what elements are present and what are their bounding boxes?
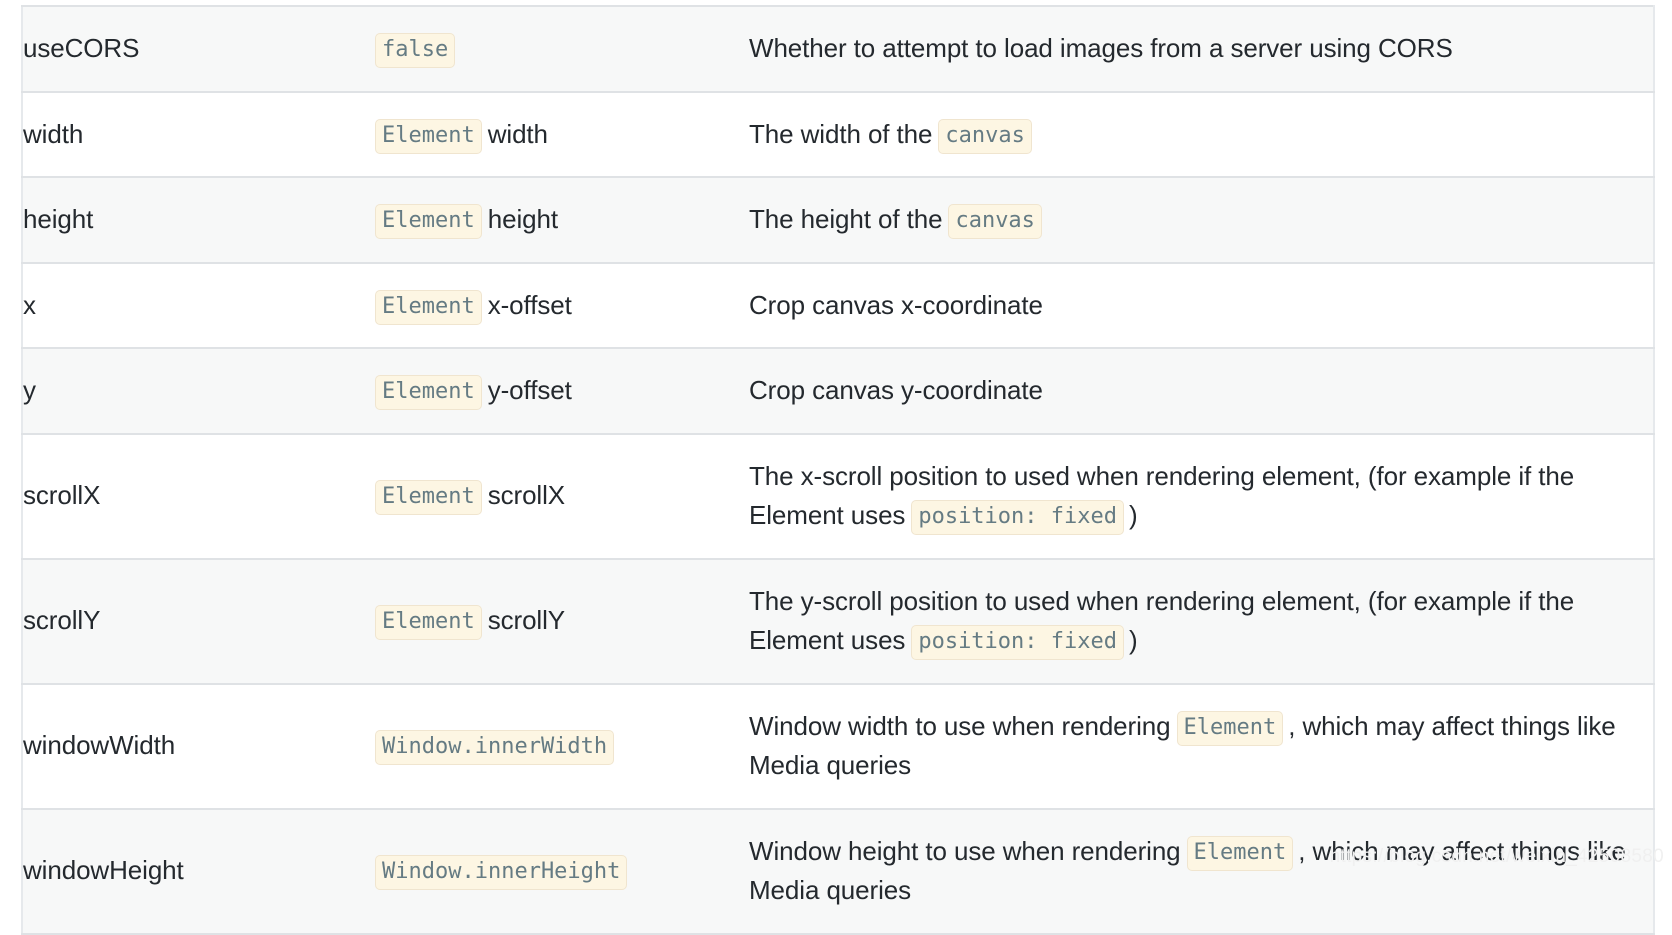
- option-description-cell: Crop canvas x-coordinate: [749, 263, 1654, 349]
- option-name-cell: scrollY: [22, 559, 375, 684]
- option-default-cell: false: [375, 6, 749, 92]
- table-row: scrollX Element scrollX The x-scroll positi…: [22, 433, 1654, 559]
- text-run: scrollX: [487, 480, 566, 511]
- inline-code-chip: Element: [375, 204, 482, 240]
- text-run: Crop canvas x-coordinate: [749, 289, 1043, 320]
- inline-code-chip: canvas: [948, 204, 1042, 240]
- option-name-cell: y: [22, 348, 375, 434]
- option-name-cell: windowHeight: [22, 809, 375, 934]
- text-run: scrollY: [487, 605, 566, 636]
- option-name: width: [23, 118, 84, 149]
- text-run: The y-scroll position to used when rende…: [749, 585, 1575, 656]
- option-name-cell: useCORS: [22, 6, 375, 92]
- option-description-cell: The x-scroll position to used when rende…: [749, 434, 1654, 559]
- table-row: scrollY Element scrollY The y-scroll positi…: [22, 558, 1654, 684]
- option-default-cell: Window.innerWidth: [375, 684, 749, 809]
- option-default-cell: Element scrollX: [375, 434, 749, 559]
- option-name-cell: height: [22, 177, 375, 263]
- inline-code-chip: Element: [375, 480, 482, 516]
- inline-code-chip: Element: [1176, 710, 1284, 746]
- text-run: y-offset: [487, 375, 572, 406]
- inline-code-chip: position: fixed: [911, 500, 1125, 536]
- text-run: width: [487, 118, 548, 149]
- text-run: Window height to use when rendering: [749, 835, 1181, 866]
- inline-code-chip: Element: [375, 289, 482, 325]
- text-run: The width of the: [749, 118, 933, 149]
- option-name: y: [23, 375, 36, 406]
- inline-code-chip: Element: [375, 605, 482, 641]
- option-description-cell: Crop canvas y-coordinate: [749, 348, 1654, 434]
- text-run: The x-scroll position to used when rende…: [749, 460, 1575, 531]
- option-name: height: [23, 204, 94, 235]
- text-run: ): [1129, 500, 1138, 531]
- options-table-body: useCORS false Whether to attempt to load i…: [22, 6, 1654, 934]
- option-default-cell: Window.innerHeight: [375, 809, 749, 934]
- text-run: Whether to attempt to load images from a…: [749, 33, 1453, 63]
- option-name: useCORS: [23, 33, 140, 63]
- option-description-cell: The y-scroll position to used when rende…: [749, 559, 1654, 684]
- option-default-cell: Element scrollY: [375, 559, 749, 684]
- option-default-cell: Element width: [375, 92, 749, 178]
- watermark: https://blog.csdn.net/weixin_42508580: [1329, 846, 1664, 867]
- text-run: x-offset: [487, 289, 572, 320]
- text-run: height: [487, 204, 558, 235]
- table-row: useCORS false Whether to attempt to load i…: [22, 6, 1654, 92]
- inline-code-chip: Element: [1186, 835, 1294, 871]
- option-description-cell: The height of the canvas: [749, 177, 1654, 263]
- option-name: scrollY: [23, 605, 101, 636]
- inline-code-chip: Window.innerHeight: [375, 855, 628, 891]
- table-row: y Element y-offset Crop canvas y-coordinate: [22, 348, 1654, 434]
- option-name: windowHeight: [23, 855, 184, 886]
- text-run: The height of the: [749, 204, 943, 235]
- inline-code-chip: Element: [375, 118, 482, 154]
- table-row: windowHeight Window.innerHeight Window hei…: [22, 808, 1654, 934]
- option-name-cell: windowWidth: [22, 684, 375, 809]
- documentation-page: useCORS false Whether to attempt to load i…: [0, 0, 1672, 935]
- inline-code-chip: Element: [375, 375, 482, 411]
- table-row: width Element width The width of the canvas: [22, 91, 1654, 178]
- option-default-cell: Element height: [375, 177, 749, 263]
- options-table: useCORS false Whether to attempt to load i…: [21, 5, 1655, 935]
- inline-code-chip: canvas: [938, 118, 1032, 154]
- option-name-cell: width: [22, 92, 375, 178]
- option-name: x: [23, 289, 36, 320]
- table-row: windowWidth Window.innerWidth Window width…: [22, 683, 1654, 809]
- option-name-cell: scrollX: [22, 434, 375, 559]
- option-name: scrollX: [23, 480, 101, 511]
- option-default-cell: Element y-offset: [375, 348, 749, 434]
- inline-code-chip: position: fixed: [911, 625, 1125, 661]
- inline-code-chip: Window.innerWidth: [375, 730, 615, 766]
- inline-code-chip: false: [375, 33, 456, 68]
- option-description-cell: Window width to use when rendering Elemen…: [749, 684, 1654, 809]
- text-run: Crop canvas y-coordinate: [749, 375, 1043, 406]
- text-run: Window width to use when rendering: [749, 710, 1171, 741]
- option-name-cell: x: [22, 263, 375, 349]
- option-default-cell: Element x-offset: [375, 263, 749, 349]
- text-run: ): [1129, 625, 1138, 656]
- table-row: x Element x-offset Crop canvas x-coordinate: [22, 262, 1654, 349]
- table-row: height Element height The height of the canv…: [22, 177, 1654, 263]
- option-description-cell: Window height to use when rendering Eleme…: [749, 809, 1654, 934]
- option-description-cell: Whether to attempt to load images from a…: [749, 6, 1654, 92]
- option-description-cell: The width of the canvas: [749, 92, 1654, 178]
- option-name: windowWidth: [23, 730, 176, 761]
